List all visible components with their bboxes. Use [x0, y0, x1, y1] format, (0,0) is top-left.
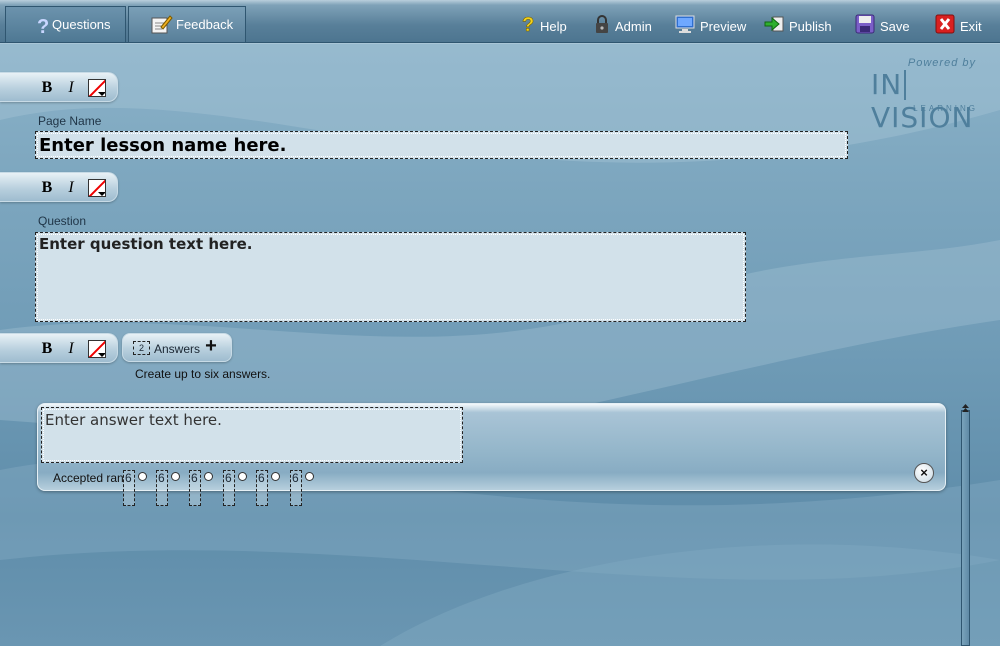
answer-text-input[interactable]: Enter answer text here. — [41, 407, 463, 463]
add-answer-icon[interactable]: + — [202, 336, 220, 356]
rank-value: 6 — [258, 471, 265, 485]
preview-button[interactable]: Preview — [675, 14, 746, 38]
preview-label: Preview — [700, 18, 747, 34]
rank-radio-3[interactable] — [204, 472, 213, 481]
rank-field-5[interactable]: 6 — [256, 470, 268, 506]
rank-field-1[interactable]: 6 — [123, 470, 135, 506]
rank-value: 6 — [225, 471, 232, 485]
rank-field-2[interactable]: 6 — [156, 470, 168, 506]
save-icon — [855, 14, 875, 36]
rank-field-6[interactable]: 6 — [290, 470, 302, 506]
tab-feedback[interactable]: Feedback — [128, 6, 246, 42]
rank-radio-2[interactable] — [171, 472, 180, 481]
save-label: Save — [880, 18, 910, 34]
logo-brand-left: IN — [871, 68, 903, 101]
rank-value: 6 — [191, 471, 198, 485]
rank-radio-6[interactable] — [305, 472, 314, 481]
exit-label: Exit — [960, 18, 982, 34]
help-button[interactable]: ? Help — [521, 14, 567, 38]
answers-control: 2 Answers + — [122, 333, 232, 362]
rank-value: 6 — [292, 471, 299, 485]
exit-icon — [935, 14, 955, 36]
help-label: Help — [540, 18, 567, 34]
admin-label: Admin — [615, 18, 652, 34]
italic-button[interactable]: I — [62, 340, 80, 358]
rank-radio-5[interactable] — [271, 472, 280, 481]
background-waves — [0, 0, 1000, 646]
page-name-label: Page Name — [38, 114, 102, 128]
accepted-rank-label: Accepted ran — [53, 471, 124, 485]
help-icon: ? — [521, 14, 535, 36]
text-color-icon[interactable] — [88, 79, 106, 97]
answer-text-value: Enter answer text here. — [45, 411, 222, 429]
rank-value: 6 — [125, 471, 132, 485]
rank-radio-1[interactable] — [138, 472, 147, 481]
page-name-value: Enter lesson name here. — [39, 135, 287, 156]
bold-button[interactable]: B — [38, 79, 56, 97]
publish-button[interactable]: Publish — [764, 14, 832, 38]
invision-logo: Powered by INVISION LEARNING — [868, 56, 980, 134]
question-label: Question — [38, 214, 87, 228]
format-toolbar-question: B I — [0, 172, 118, 202]
answers-scrollbar[interactable] — [961, 410, 970, 646]
feedback-icon — [151, 14, 173, 35]
publish-icon — [764, 16, 784, 36]
question-icon: ? — [36, 15, 50, 38]
text-color-icon[interactable] — [88, 179, 106, 197]
exit-button[interactable]: Exit — [935, 14, 982, 38]
answer-count-field[interactable]: 2 — [133, 341, 150, 355]
italic-button[interactable]: I — [62, 179, 80, 197]
text-color-icon[interactable] — [88, 340, 106, 358]
italic-button[interactable]: I — [62, 79, 80, 97]
save-button[interactable]: Save — [855, 14, 910, 38]
rank-field-4[interactable]: 6 — [223, 470, 235, 506]
admin-button[interactable]: Admin — [594, 14, 652, 38]
format-toolbar-page-name: B I — [0, 72, 118, 102]
page-name-input[interactable]: Enter lesson name here. — [35, 131, 848, 159]
question-value: Enter question text here. — [39, 235, 253, 253]
answer-count-value: 2 — [138, 343, 144, 353]
rank-field-3[interactable]: 6 — [189, 470, 201, 506]
tab-questions-label: Questions — [52, 17, 111, 32]
bold-button[interactable]: B — [38, 179, 56, 197]
tab-questions[interactable]: ? Questions — [5, 6, 126, 42]
remove-answer-button[interactable]: × — [914, 463, 934, 483]
format-toolbar-answers: B I — [0, 333, 118, 363]
top-toolbar: ? Questions Feedback ? Help Admin Previe… — [0, 0, 1000, 43]
bold-button[interactable]: B — [38, 340, 56, 358]
scroll-top-icon[interactable] — [961, 402, 970, 412]
lock-icon — [594, 15, 610, 36]
rank-value: 6 — [158, 471, 165, 485]
logo-sub: LEARNING — [913, 104, 978, 113]
svg-text:?: ? — [37, 16, 49, 37]
answers-label: Answers — [154, 342, 201, 356]
close-icon: × — [920, 465, 928, 480]
rank-radio-4[interactable] — [238, 472, 247, 481]
answers-hint: Create up to six answers. — [135, 367, 271, 381]
question-input[interactable]: Enter question text here. — [35, 232, 746, 322]
publish-label: Publish — [789, 18, 832, 34]
svg-text:?: ? — [522, 14, 534, 35]
monitor-icon — [675, 15, 695, 36]
tab-feedback-label: Feedback — [176, 17, 234, 32]
